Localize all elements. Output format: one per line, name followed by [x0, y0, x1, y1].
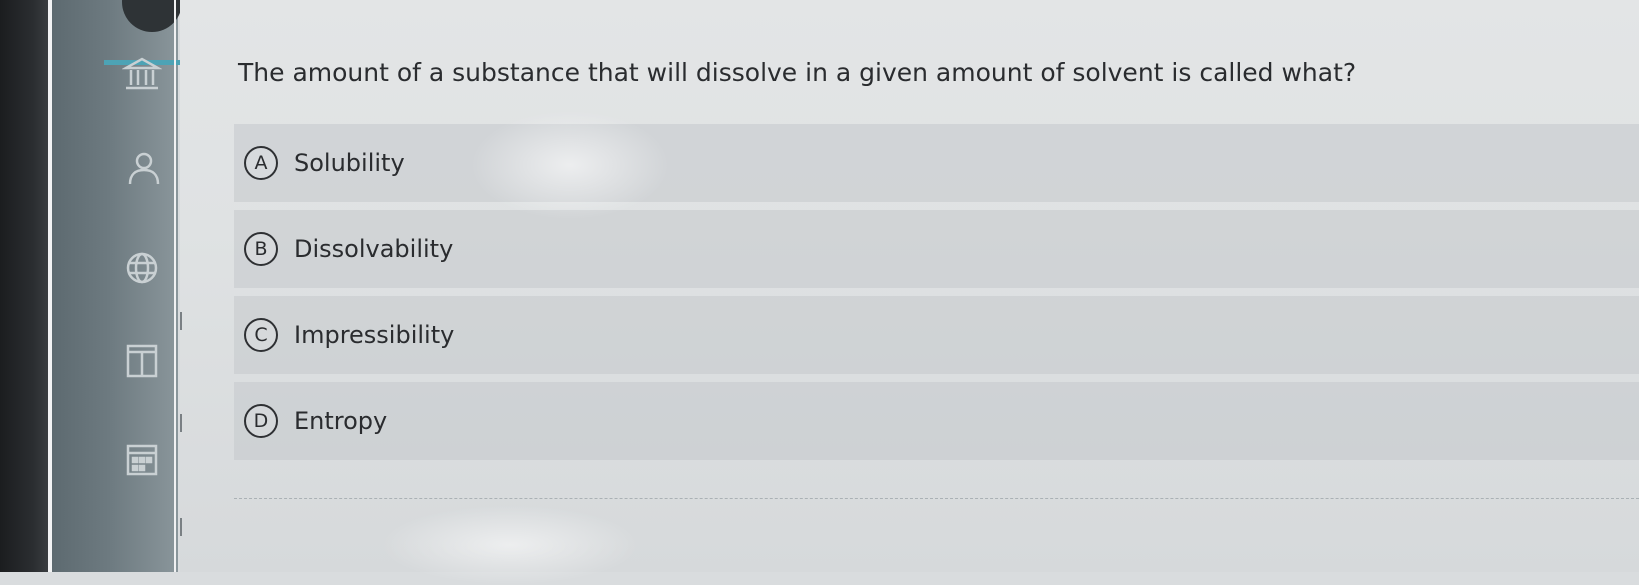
screen-glare [380, 505, 640, 585]
answer-option-d[interactable]: D Entropy [234, 382, 1639, 460]
option-letter-badge: B [244, 232, 278, 266]
screen-bezel [0, 0, 48, 572]
side-nav-rail [52, 0, 226, 572]
panel-tick-mark [180, 518, 182, 536]
question-panel: The amount of a substance that will diss… [180, 0, 1639, 585]
option-letter-badge: A [244, 146, 278, 180]
option-label: Solubility [294, 149, 405, 177]
answer-option-b[interactable]: B Dissolvability [234, 210, 1639, 288]
option-letter-badge: D [244, 404, 278, 438]
person-icon[interactable] [120, 146, 164, 190]
option-label: Impressibility [294, 321, 455, 349]
question-text: The amount of a substance that will diss… [238, 58, 1357, 87]
option-label: Entropy [294, 407, 388, 435]
bank-icon[interactable] [120, 52, 164, 96]
calendar-icon[interactable] [120, 436, 164, 480]
globe-icon[interactable] [120, 246, 164, 290]
panel-tick-mark [180, 414, 182, 432]
answer-option-a[interactable]: A Solubility [234, 124, 1639, 202]
book-icon[interactable] [120, 338, 164, 382]
nav-top-avatar [122, 0, 182, 32]
option-label: Dissolvability [294, 235, 454, 263]
nav-divider [174, 0, 176, 572]
answer-option-c[interactable]: C Impressibility [234, 296, 1639, 374]
option-letter-badge: C [244, 318, 278, 352]
panel-tick-mark [180, 312, 182, 330]
section-divider [234, 498, 1639, 499]
